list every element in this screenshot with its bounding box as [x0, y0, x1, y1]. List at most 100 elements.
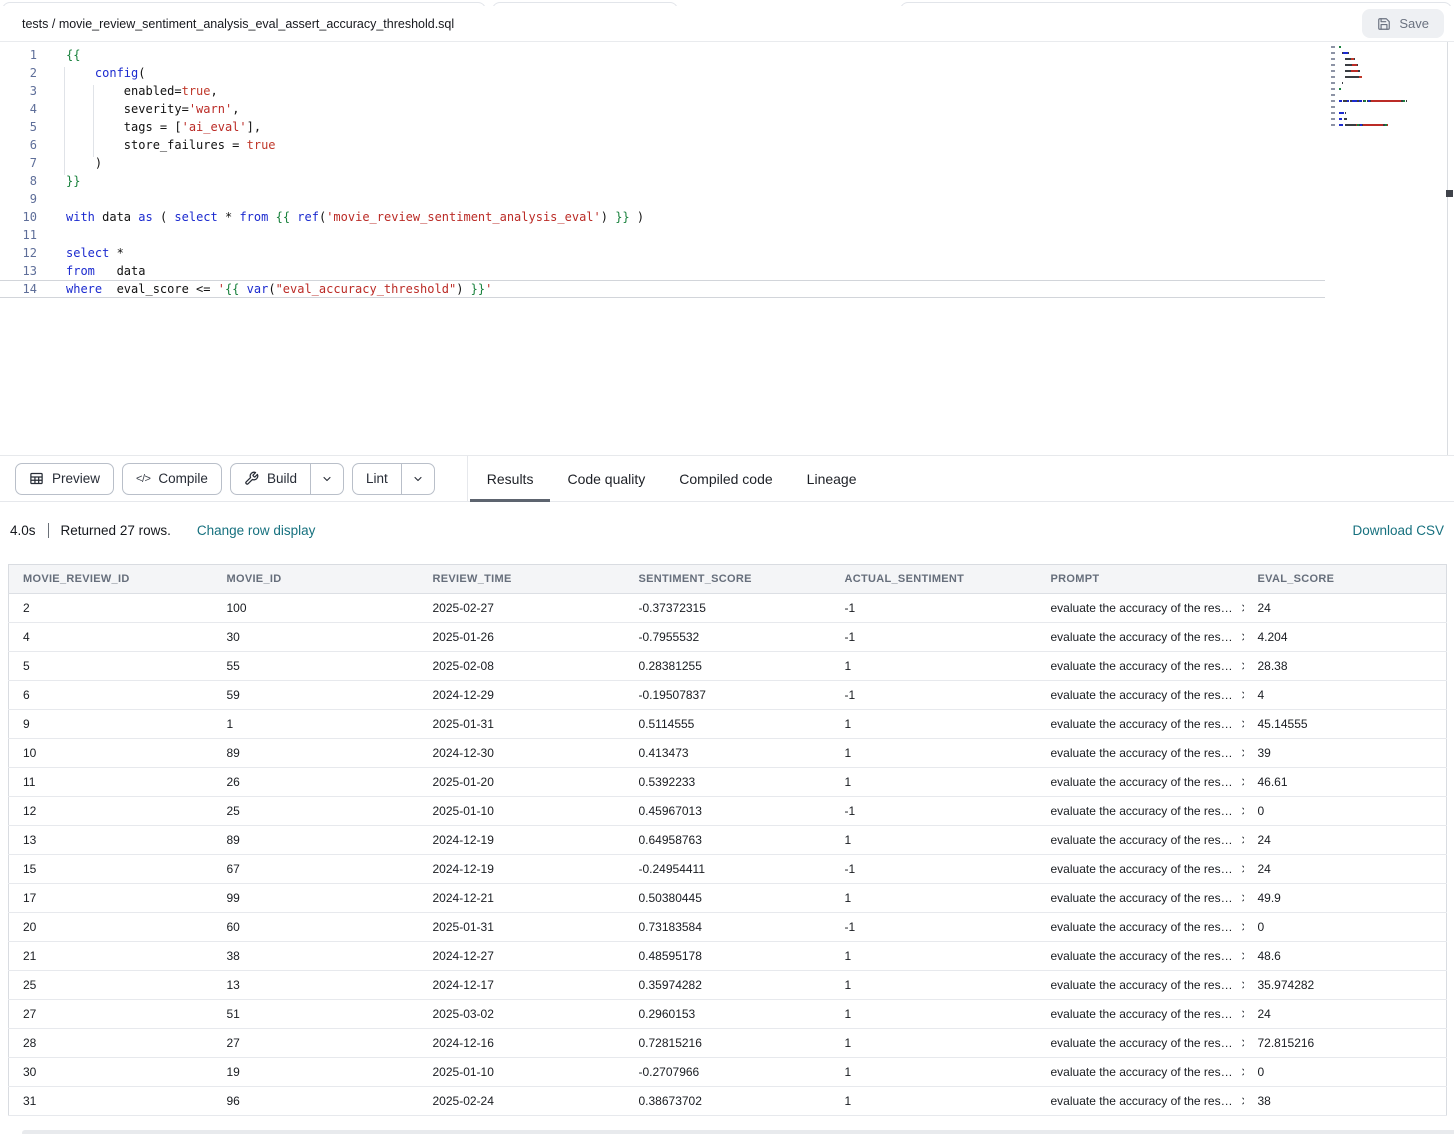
code-editor[interactable]: 1{{2 config(3 enabled=true,4 severity='w…: [0, 42, 1454, 456]
cell-movie_id: 38: [213, 942, 419, 971]
compile-button[interactable]: </> Compile: [122, 463, 222, 495]
cell-review_time: 2025-01-10: [419, 797, 625, 826]
prompt-expand-icon[interactable]: [1239, 922, 1244, 932]
cell-movie_review_id: 15: [9, 855, 213, 884]
cell-prompt: evaluate the accuracy of the res…: [1037, 681, 1244, 710]
code-icon: </>: [136, 473, 150, 485]
cell-movie_review_id: 2: [9, 594, 213, 623]
code-area[interactable]: 1{{2 config(3 enabled=true,4 severity='w…: [0, 46, 1454, 298]
build-tool-icon: [244, 471, 259, 486]
table-row: 13892024-12-190.649587631evaluate the ac…: [9, 826, 1447, 855]
minimap[interactable]: [1329, 44, 1444, 130]
cell-actual_sentiment: 1: [831, 710, 1037, 739]
tab-lineage[interactable]: Lineage: [790, 456, 874, 501]
tab-code-quality[interactable]: Code quality: [550, 456, 662, 501]
file-tab-partial[interactable]: [2, 2, 486, 6]
cell-prompt: evaluate the accuracy of the res…: [1037, 1058, 1244, 1087]
table-row: 17992024-12-210.503804451evaluate the ac…: [9, 884, 1447, 913]
table-row: 12252025-01-100.45967013-1evaluate the a…: [9, 797, 1447, 826]
cell-sentiment_score: 0.72815216: [625, 1029, 831, 1058]
build-button[interactable]: Build: [231, 464, 310, 494]
cell-review_time: 2024-12-19: [419, 855, 625, 884]
prompt-expand-icon[interactable]: [1239, 835, 1244, 845]
cell-movie_review_id: 5: [9, 652, 213, 681]
change-row-display-link[interactable]: Change row display: [197, 523, 316, 538]
prompt-expand-icon[interactable]: [1239, 661, 1244, 671]
tab-compiled-code[interactable]: Compiled code: [662, 456, 789, 501]
cell-review_time: 2024-12-27: [419, 942, 625, 971]
prompt-expand-icon[interactable]: [1239, 1096, 1244, 1106]
cell-review_time: 2025-02-24: [419, 1087, 625, 1116]
indent-guide: [64, 67, 65, 175]
prompt-expand-icon[interactable]: [1239, 748, 1244, 758]
line-number: 11: [0, 228, 37, 242]
cell-prompt: evaluate the accuracy of the res…: [1037, 913, 1244, 942]
prompt-cell-text: evaluate the accuracy of the res…: [1051, 949, 1233, 963]
lint-dropdown-button[interactable]: [401, 464, 434, 494]
build-dropdown-button[interactable]: [310, 464, 343, 494]
prompt-expand-icon[interactable]: [1239, 1067, 1244, 1077]
column-header-movie_id: MOVIE_ID: [213, 565, 419, 594]
save-button[interactable]: Save: [1362, 9, 1444, 38]
file-tab-partial[interactable]: [900, 2, 1452, 6]
lint-button[interactable]: Lint: [353, 464, 401, 494]
prompt-expand-icon[interactable]: [1239, 893, 1244, 903]
file-tab-partial[interactable]: [492, 2, 678, 6]
cell-prompt: evaluate the accuracy of the res…: [1037, 768, 1244, 797]
cell-sentiment_score: 0.5114555: [625, 710, 831, 739]
editor-scrollbar-marker[interactable]: [1446, 190, 1453, 197]
cell-prompt: evaluate the accuracy of the res…: [1037, 942, 1244, 971]
row-count-summary: Returned 27 rows.: [61, 523, 171, 538]
tab-results[interactable]: Results: [470, 456, 551, 501]
cell-prompt: evaluate the accuracy of the res…: [1037, 855, 1244, 884]
prompt-expand-icon[interactable]: [1239, 806, 1244, 816]
prompt-expand-icon[interactable]: [1239, 1038, 1244, 1048]
prompt-cell-text: evaluate the accuracy of the res…: [1051, 746, 1233, 760]
prompt-cell-text: evaluate the accuracy of the res…: [1051, 891, 1233, 905]
prompt-expand-icon[interactable]: [1239, 777, 1244, 787]
cell-actual_sentiment: -1: [831, 913, 1037, 942]
download-csv-link[interactable]: Download CSV: [1352, 523, 1446, 538]
prompt-expand-icon[interactable]: [1239, 690, 1244, 700]
code-line: 6 store_failures = true: [0, 136, 1454, 154]
cell-review_time: 2025-02-08: [419, 652, 625, 681]
prompt-expand-icon[interactable]: [1239, 632, 1244, 642]
column-header-actual_sentiment: ACTUAL_SENTIMENT: [831, 565, 1037, 594]
prompt-expand-icon[interactable]: [1239, 603, 1244, 613]
results-tab-bar: Results Code quality Compiled code Linea…: [467, 456, 874, 501]
code-line: 7 ): [0, 154, 1454, 172]
cell-sentiment_score: 0.28381255: [625, 652, 831, 681]
prompt-cell-text: evaluate the accuracy of the res…: [1051, 775, 1233, 789]
cell-actual_sentiment: 1: [831, 1000, 1037, 1029]
prompt-expand-icon[interactable]: [1239, 1009, 1244, 1019]
cell-movie_review_id: 20: [9, 913, 213, 942]
cell-actual_sentiment: 1: [831, 652, 1037, 681]
chevron-down-icon: [412, 473, 424, 485]
cell-prompt: evaluate the accuracy of the res…: [1037, 652, 1244, 681]
cell-prompt: evaluate the accuracy of the res…: [1037, 710, 1244, 739]
line-number: 5: [0, 120, 37, 134]
horizontal-scrollbar[interactable]: [22, 1130, 1454, 1134]
cell-review_time: 2025-02-27: [419, 594, 625, 623]
cell-eval_score: 48.6: [1244, 942, 1447, 971]
prompt-expand-icon[interactable]: [1239, 864, 1244, 874]
cell-movie_id: 51: [213, 1000, 419, 1029]
cell-movie_review_id: 11: [9, 768, 213, 797]
cell-movie_id: 55: [213, 652, 419, 681]
cell-movie_review_id: 21: [9, 942, 213, 971]
preview-button[interactable]: Preview: [15, 463, 114, 495]
editor-scrollbar[interactable]: [1447, 42, 1448, 455]
line-number: 14: [0, 282, 37, 296]
cell-movie_review_id: 31: [9, 1087, 213, 1116]
column-header-movie_review_id: MOVIE_REVIEW_ID: [9, 565, 213, 594]
prompt-expand-icon[interactable]: [1239, 719, 1244, 729]
cell-movie_id: 89: [213, 739, 419, 768]
prompt-expand-icon[interactable]: [1239, 951, 1244, 961]
cell-prompt: evaluate the accuracy of the res…: [1037, 826, 1244, 855]
results-status-bar: 4.0s Returned 27 rows. Change row displa…: [0, 502, 1454, 558]
line-number: 8: [0, 174, 37, 188]
prompt-expand-icon[interactable]: [1239, 980, 1244, 990]
file-header: tests / movie_review_sentiment_analysis_…: [0, 6, 1454, 42]
cell-sentiment_score: 0.50380445: [625, 884, 831, 913]
cell-prompt: evaluate the accuracy of the res…: [1037, 884, 1244, 913]
